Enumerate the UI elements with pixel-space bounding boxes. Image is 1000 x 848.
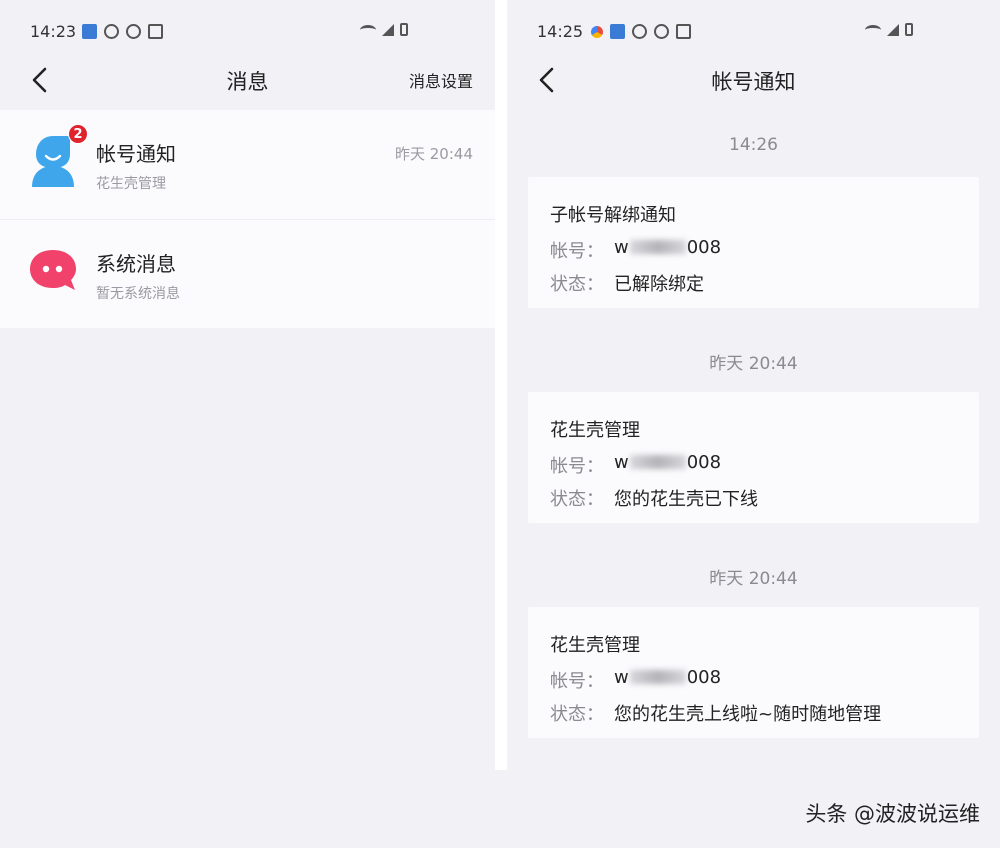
account-notice-screen: 14:25 帐号通知 14:26 子帐号解绑通知 帐号： w 008 状态： 已解… xyxy=(507,0,1000,770)
signal-icon xyxy=(887,23,899,36)
item-subtitle: 花生壳管理 xyxy=(96,176,166,192)
status-label: 状态： xyxy=(550,489,604,510)
account-row: 帐号： w 008 xyxy=(550,452,721,478)
account-row: 帐号： w 008 xyxy=(550,237,721,263)
status-label: 状态： xyxy=(550,704,604,725)
notice-card: 花生壳管理 帐号： w 008 状态： 您的花生壳已下线 xyxy=(528,392,979,523)
account-value: w 008 xyxy=(614,667,722,688)
app-notification-icon xyxy=(82,24,97,39)
account-value: w 008 xyxy=(614,452,722,473)
page-title: 帐号通知 xyxy=(711,70,796,94)
message-list: 2 帐号通知 花生壳管理 昨天 20:44 系统消息 暂无系统消息 xyxy=(0,110,495,328)
account-label: 帐号： xyxy=(550,456,604,477)
browser-icon xyxy=(591,26,603,38)
status-value: 您的花生壳已下线 xyxy=(614,489,758,510)
redaction-blur xyxy=(629,455,686,469)
qq-icon xyxy=(126,24,141,39)
notice-card: 子帐号解绑通知 帐号： w 008 状态： 已解除绑定 xyxy=(528,177,979,308)
item-subtitle: 暂无系统消息 xyxy=(96,286,180,302)
qq-icon xyxy=(632,24,647,39)
status-row: 状态： 已解除绑定 xyxy=(550,270,704,296)
app-notification-icon xyxy=(610,24,625,39)
time-separator: 昨天 20:44 xyxy=(709,569,798,589)
account-row: 帐号： w 008 xyxy=(550,667,721,693)
notification-icons xyxy=(591,24,691,39)
gallery-icon xyxy=(148,24,163,39)
qq-icon xyxy=(104,24,119,39)
redaction-blur xyxy=(629,240,686,254)
gallery-icon xyxy=(676,24,691,39)
qq-icon xyxy=(654,24,669,39)
status-bar: 14:23 xyxy=(0,0,495,56)
time-separator: 14:26 xyxy=(729,135,778,155)
wifi-icon xyxy=(865,24,881,35)
chat-bubble-icon xyxy=(30,250,76,290)
signal-icon xyxy=(382,23,394,36)
card-title: 花生壳管理 xyxy=(550,635,640,656)
status-time: 14:23 xyxy=(30,22,77,41)
nav-bar: 帐号通知 xyxy=(507,56,1000,104)
status-label: 状态： xyxy=(550,274,604,295)
wifi-icon xyxy=(360,24,376,35)
message-center-screen: 14:23 消息 消息设置 2 帐号通知 花生壳管理 昨天 20:44 系统消息… xyxy=(0,0,495,770)
battery-icon xyxy=(905,23,913,36)
account-label: 帐号： xyxy=(550,671,604,692)
status-time: 14:25 xyxy=(537,22,584,41)
status-value: 您的花生壳上线啦~随时随地管理 xyxy=(614,704,882,725)
notice-card: 花生壳管理 帐号： w 008 状态： 您的花生壳上线啦~随时随地管理 xyxy=(528,607,979,738)
item-time: 昨天 20:44 xyxy=(395,145,473,163)
status-value: 已解除绑定 xyxy=(614,274,704,295)
card-title: 子帐号解绑通知 xyxy=(550,205,676,226)
status-row: 状态： 您的花生壳上线啦~随时随地管理 xyxy=(550,700,881,726)
account-value: w 008 xyxy=(614,237,722,258)
system-icons xyxy=(865,23,913,36)
screen-divider xyxy=(495,0,507,770)
nav-bar: 消息 消息设置 xyxy=(0,56,495,104)
item-title: 系统消息 xyxy=(96,252,176,276)
system-icons xyxy=(360,23,408,36)
list-item-system-messages[interactable]: 系统消息 暂无系统消息 xyxy=(0,219,495,328)
battery-icon xyxy=(400,23,408,36)
status-bar: 14:25 xyxy=(507,0,1000,56)
status-row: 状态： 您的花生壳已下线 xyxy=(550,485,758,511)
redaction-blur xyxy=(629,670,686,684)
item-title: 帐号通知 xyxy=(96,142,176,166)
watermark: 头条 @波波说运维 xyxy=(805,802,980,826)
list-item-account-notice[interactable]: 2 帐号通知 花生壳管理 昨天 20:44 xyxy=(0,110,495,219)
time-separator: 昨天 20:44 xyxy=(709,354,798,374)
card-title: 花生壳管理 xyxy=(550,420,640,441)
message-settings-button[interactable]: 消息设置 xyxy=(409,68,473,92)
notification-icons xyxy=(82,24,163,39)
unread-badge: 2 xyxy=(68,124,88,144)
account-label: 帐号： xyxy=(550,241,604,262)
